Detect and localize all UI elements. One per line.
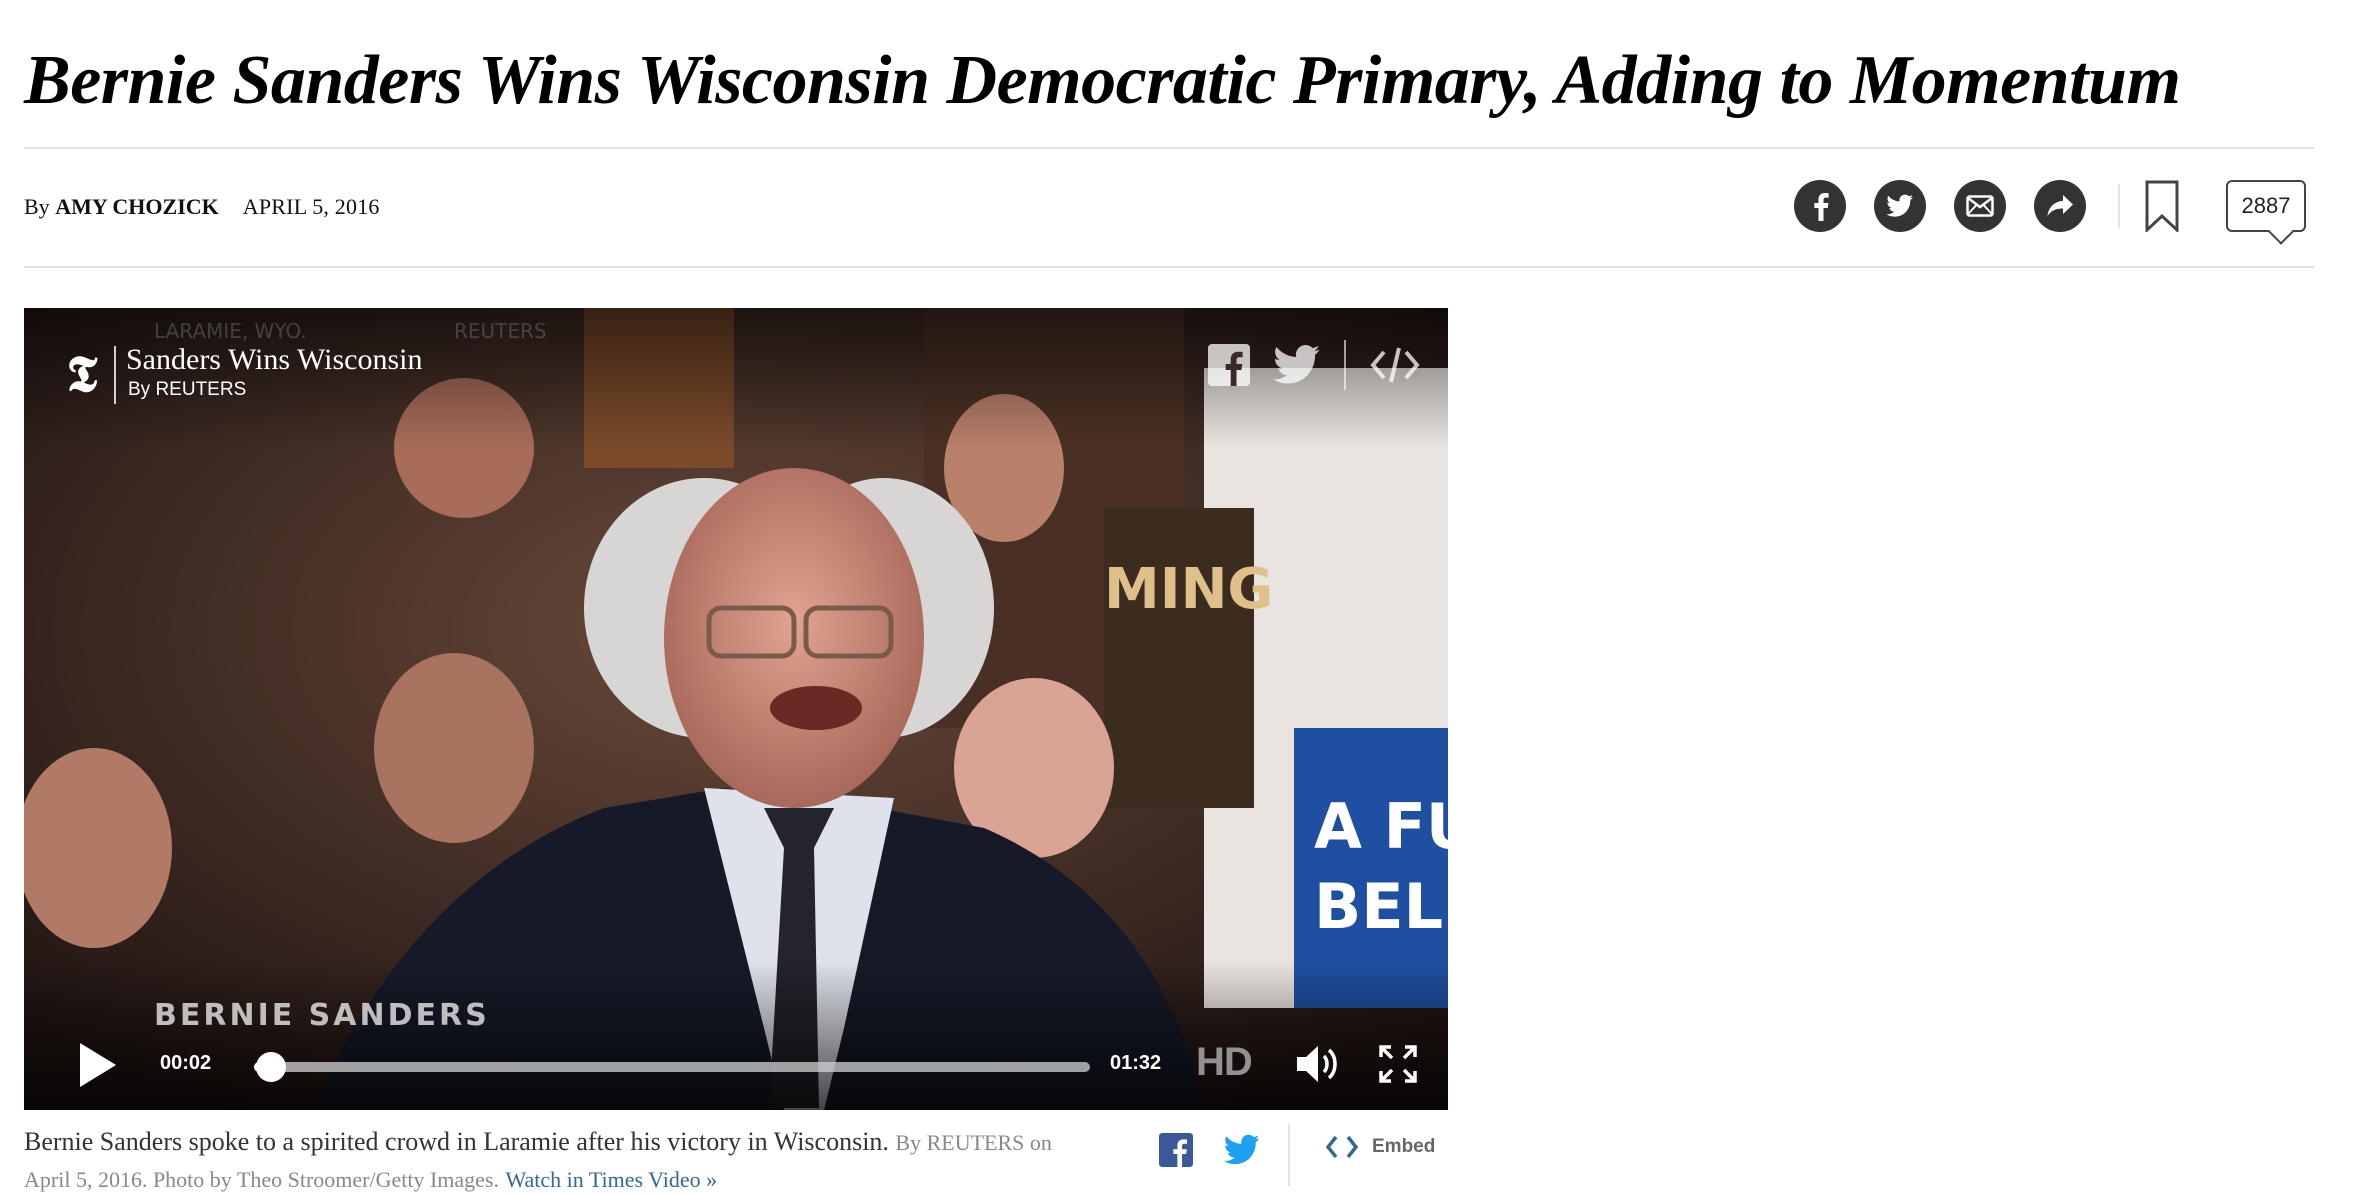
bookmark-icon — [2145, 180, 2179, 232]
byline: By AMY CHOZICK APRIL 5, 2016 — [24, 192, 380, 222]
twitter-icon — [1886, 194, 1913, 217]
svg-text:A FU: A FU — [1314, 790, 1448, 863]
nyt-t-logo-icon: 𝕿 — [66, 346, 98, 402]
embed-label: Embed — [1372, 1136, 1436, 1157]
video-caption: Bernie Sanders spoke to a spirited crowd… — [24, 1124, 1084, 1194]
byline-prefix: By — [24, 194, 56, 219]
current-time: 00:02 — [160, 1052, 212, 1074]
caption-twitter-button[interactable] — [1222, 1132, 1262, 1168]
twitter-share-button[interactable] — [1874, 180, 1926, 232]
video-player[interactable]: A FU BEL MING LARAMIE, WYO. REUTERS 𝕿 Sa… — [24, 308, 1448, 1110]
fullscreen-button[interactable] — [1378, 1044, 1418, 1084]
facebook-icon — [1208, 344, 1250, 386]
video-byline: By REUTERS — [128, 379, 247, 400]
comments-button[interactable]: 2887 — [2226, 180, 2306, 245]
embed-icon — [1370, 347, 1420, 383]
caption-embed-button[interactable]: Embed — [1326, 1134, 1435, 1160]
caption-text: Bernie Sanders spoke to a spirited crowd… — [24, 1127, 889, 1156]
facebook-icon — [1814, 193, 1829, 221]
speech-bubble-tail — [2268, 219, 2294, 245]
twitter-icon — [1223, 1134, 1260, 1165]
watch-in-times-video-link[interactable]: Watch in Times Video » — [506, 1167, 718, 1192]
svg-text:BEL: BEL — [1314, 870, 1443, 943]
share-divider — [2118, 184, 2120, 228]
duration: 01:32 — [1110, 1052, 1162, 1074]
fullscreen-icon — [1379, 1045, 1417, 1083]
video-twitter-button[interactable] — [1272, 344, 1322, 386]
share-arrow-icon — [2047, 195, 2073, 216]
share-tools: 2887 — [1794, 178, 2306, 245]
comment-count: 2887 — [2241, 193, 2291, 218]
email-share-button[interactable] — [1954, 180, 2006, 232]
progress-bar[interactable] — [254, 1052, 1090, 1082]
email-icon — [1966, 195, 1994, 217]
svg-text:MING: MING — [1104, 557, 1273, 622]
caption-facebook-button[interactable] — [1158, 1132, 1194, 1168]
byline-divider — [24, 266, 2314, 268]
play-button[interactable] — [76, 1040, 120, 1090]
more-share-button[interactable] — [2034, 180, 2086, 232]
headline-divider — [24, 147, 2314, 149]
publish-date: APRIL 5, 2016 — [242, 194, 380, 219]
progress-handle[interactable] — [255, 1052, 286, 1082]
video-share-divider — [1344, 340, 1346, 390]
play-icon — [80, 1043, 116, 1087]
volume-icon — [1297, 1046, 1337, 1082]
embed-icon — [1326, 1135, 1358, 1159]
video-embed-button[interactable] — [1370, 344, 1420, 386]
facebook-icon — [1159, 1133, 1193, 1167]
facebook-share-button[interactable] — [1794, 180, 1846, 232]
twitter-icon — [1273, 345, 1320, 384]
video-title: Sanders Wins Wisconsin — [126, 343, 423, 376]
save-article-button[interactable] — [2142, 178, 2182, 234]
video-controls: 00:02 01:32 HD — [24, 1020, 1448, 1110]
caption-share-divider — [1288, 1124, 1290, 1186]
author-link[interactable]: AMY CHOZICK — [55, 194, 219, 219]
hd-toggle-button[interactable]: HD — [1196, 1040, 1253, 1085]
article-headline: Bernie Sanders Wins Wisconsin Democratic… — [24, 42, 2181, 119]
video-facebook-button[interactable] — [1208, 344, 1250, 386]
video-title-divider — [114, 346, 116, 404]
volume-button[interactable] — [1294, 1042, 1342, 1086]
